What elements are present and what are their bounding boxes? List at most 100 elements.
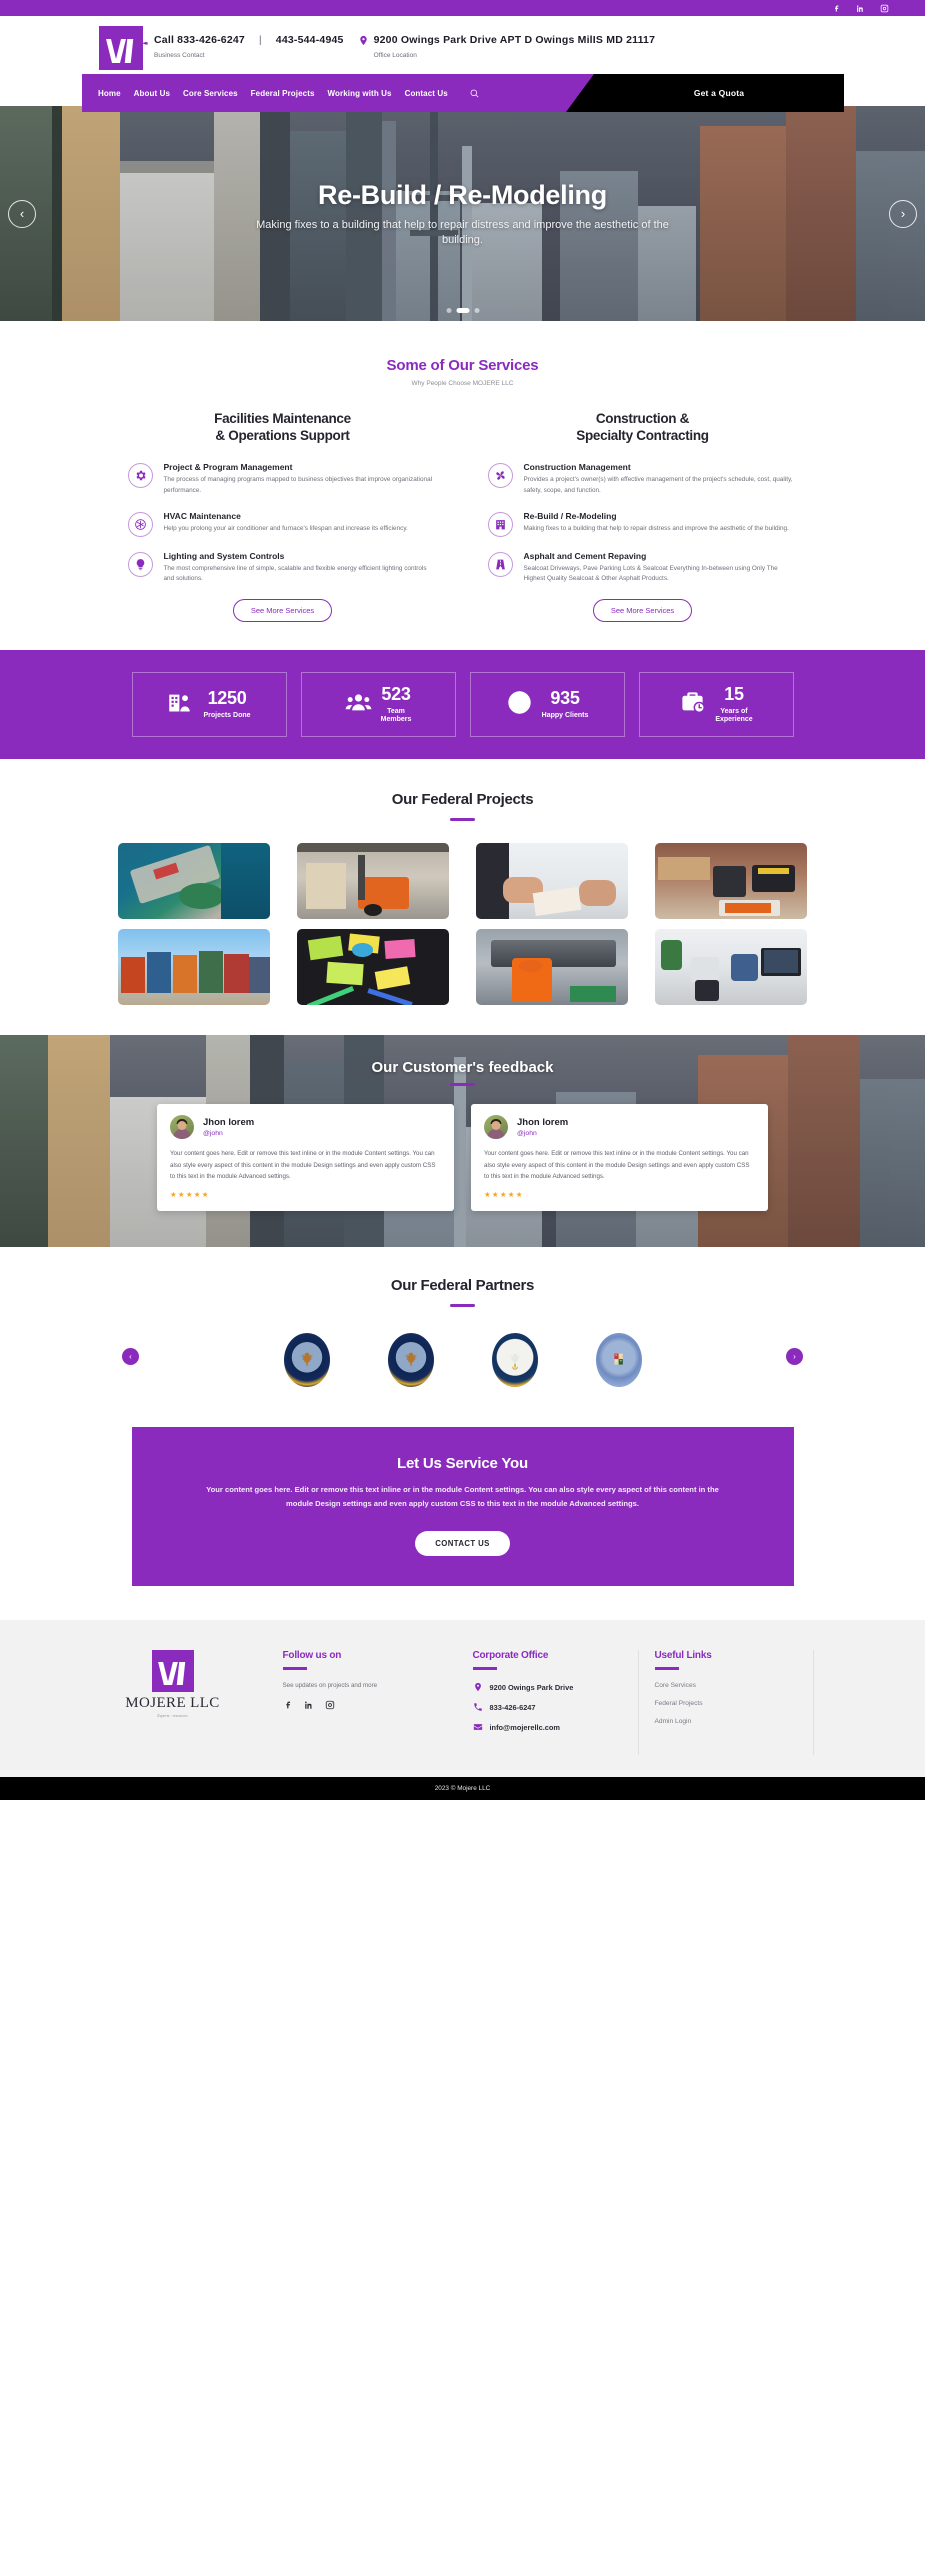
- nav-item-core-services[interactable]: Core Services: [183, 89, 238, 98]
- service-item-name: Project & Program Management: [163, 461, 293, 472]
- hero-dot-1[interactable]: [446, 308, 451, 313]
- service-item[interactable]: Construction Management Provides a proje…: [487, 462, 798, 497]
- service-item[interactable]: Lighting and System Controls The most co…: [127, 551, 438, 586]
- partner-seal-state[interactable]: [595, 1333, 642, 1388]
- cta-banner: Let Us Service You Your content goes her…: [131, 1427, 794, 1587]
- instagram-icon[interactable]: [879, 3, 889, 13]
- project-tile-office-workers[interactable]: [655, 929, 807, 1006]
- phone-icon: [138, 35, 149, 46]
- services-column-construction: Construction & Specialty Contracting Con…: [487, 411, 798, 623]
- partner-seal-veterans-affairs[interactable]: [387, 1333, 434, 1388]
- footer-logo-wordmark: MOJERE LLC: [125, 1695, 220, 1712]
- footer-divider: [654, 1667, 679, 1670]
- header-address[interactable]: 9200 Owings Park Drive APT D Owings MilI…: [374, 34, 656, 46]
- hero-next-arrow[interactable]: ›: [889, 199, 917, 228]
- footer-link-federal-projects[interactable]: Federal Projects: [655, 1700, 813, 1707]
- service-item-description: The most comprehensive line of simple, s…: [163, 564, 427, 583]
- stat-number: 523: [381, 683, 411, 704]
- stat-label: Projects Done: [203, 712, 251, 720]
- footer-logo-tagline: Experts · resources: [157, 1713, 188, 1719]
- site-header: MOJERE LLC Experts · resources Call 833-…: [0, 16, 925, 112]
- testimonials-section: Our Customer's feedback Jhon lorem @john…: [0, 1035, 925, 1248]
- cta-title: Let Us Service You: [397, 1455, 528, 1473]
- service-item-description: Making fixes to a building that help to …: [523, 524, 789, 532]
- nav-item-home[interactable]: Home: [98, 89, 121, 98]
- project-tile-aerial-coastal[interactable]: [118, 843, 270, 920]
- federal-projects-title: Our Federal Projects: [391, 791, 534, 809]
- services-column-2-button-wrap: See More Services: [488, 599, 798, 623]
- project-tile-signing-documents[interactable]: [476, 843, 628, 920]
- get-a-quote-button[interactable]: Get a Quota: [566, 74, 844, 112]
- nav-item-contact-us[interactable]: Contact Us: [405, 89, 448, 98]
- stat-label: Team Members: [380, 707, 412, 724]
- service-item-description: Help you prolong your air conditioner an…: [163, 524, 408, 532]
- top-social-bar: [0, 0, 925, 16]
- testimonial-card: Jhon lorem @john Your content goes here.…: [471, 1104, 768, 1211]
- section-divider: [450, 1304, 475, 1308]
- hero-dot-2[interactable]: [456, 308, 469, 313]
- nav-item-working-with-us[interactable]: Working with Us: [328, 89, 392, 98]
- footer-columns: MOJERE LLC Experts · resources Follow us…: [73, 1650, 853, 1756]
- main-navigation: Home About Us Core Services Federal Proj…: [82, 74, 844, 112]
- contact-us-button[interactable]: CONTACT US: [415, 1531, 510, 1557]
- service-item[interactable]: Re-Build / Re-Modeling Making fixes to a…: [487, 510, 798, 537]
- stats-bar: 1250 Projects Done 523 Team Members 935 …: [0, 650, 925, 760]
- federal-partners-section: Our Federal Partners ‹ ›: [0, 1247, 925, 1422]
- footer-office-title: Corporate Office: [472, 1650, 549, 1662]
- service-item-name: Asphalt and Cement Repaving: [523, 550, 647, 561]
- linkedin-icon[interactable]: [855, 3, 865, 13]
- project-tile-tools-workbench[interactable]: [655, 843, 807, 920]
- see-more-services-button[interactable]: See More Services: [232, 599, 333, 623]
- facebook-icon[interactable]: [831, 3, 841, 13]
- see-more-services-button[interactable]: See More Services: [592, 599, 693, 623]
- project-tile-sticky-notes[interactable]: [297, 929, 449, 1006]
- project-tile-worker-machinery[interactable]: [476, 929, 628, 1006]
- service-item-description: Sealcoat Driveways, Pave Parking Lots & …: [523, 564, 778, 583]
- footer-address-text: 9200 Owings Park Drive: [489, 1683, 574, 1693]
- testimonial-author-handle[interactable]: @john: [517, 1130, 568, 1137]
- hero-dot-3[interactable]: [474, 308, 479, 313]
- instagram-icon[interactable]: [325, 1697, 335, 1715]
- footer-logo[interactable]: MOJERE LLC Experts · resources: [73, 1650, 273, 1718]
- header-phone-secondary[interactable]: 443-544-4945: [276, 34, 344, 46]
- testimonials-card-list: Jhon lorem @john Your content goes here.…: [0, 1104, 925, 1211]
- hero-prev-arrow[interactable]: ‹: [8, 199, 36, 228]
- nav-item-federal-projects[interactable]: Federal Projects: [251, 89, 315, 98]
- header-phone-block: Call 833-426-6247 | 443-544-4945 Busines…: [138, 34, 344, 59]
- partner-seal-veterans-affairs[interactable]: [283, 1333, 330, 1388]
- testimonial-author-handle[interactable]: @john: [203, 1130, 254, 1137]
- service-item[interactable]: Project & Program Management The process…: [127, 461, 438, 497]
- nav-item-about-us[interactable]: About Us: [134, 89, 170, 98]
- nav-item-list: Home About Us Core Services Federal Proj…: [98, 74, 480, 112]
- testimonial-card: Jhon lorem @john Your content goes here.…: [157, 1104, 454, 1211]
- phone-icon: [473, 1702, 483, 1714]
- footer-email-line[interactable]: info@mojerellc.com: [473, 1722, 638, 1734]
- stat-card-happy-clients: 935 Happy Clients: [469, 672, 625, 738]
- search-icon[interactable]: [469, 88, 480, 99]
- service-item-name: Re-Build / Re-Modeling: [523, 510, 617, 521]
- envelope-icon: [473, 1722, 483, 1734]
- footer-link-core-services[interactable]: Core Services: [655, 1682, 813, 1689]
- services-column-1-heading-line2: & Operations Support: [215, 427, 350, 443]
- project-tile-forklift-warehouse[interactable]: [297, 843, 449, 920]
- services-columns: Facilities Maintenance & Operations Supp…: [0, 411, 925, 623]
- service-item[interactable]: Asphalt and Cement Repaving Sealcoat Dri…: [487, 550, 798, 586]
- services-column-2-heading-line1: Construction &: [595, 411, 690, 426]
- header-phone-primary[interactable]: Call 833-426-6247: [154, 34, 245, 46]
- avatar: [484, 1115, 508, 1140]
- footer-link-admin-login[interactable]: Admin Login: [655, 1718, 813, 1725]
- footer-address-line[interactable]: 9200 Owings Park Drive: [473, 1682, 638, 1694]
- footer-follow-column: Follow us on See updates on projects and…: [273, 1650, 463, 1715]
- footer-phone-line[interactable]: 833-426-6247: [473, 1702, 638, 1714]
- project-tile-shipping-containers[interactable]: [118, 929, 270, 1006]
- stat-number: 15: [724, 683, 744, 704]
- facebook-icon[interactable]: [283, 1697, 293, 1715]
- linkedin-icon[interactable]: [304, 1697, 314, 1715]
- hero-pagination-dots[interactable]: [446, 308, 479, 313]
- partner-seal-us-navy[interactable]: [491, 1333, 538, 1388]
- hero-title: Re-Build / Re-Modeling: [318, 179, 607, 210]
- services-column-2-heading: Construction & Specialty Contracting: [488, 411, 798, 445]
- gear-icon: [127, 462, 153, 488]
- service-item[interactable]: HVAC Maintenance Help you prolong your a…: [127, 511, 438, 537]
- people-icon: [345, 689, 372, 721]
